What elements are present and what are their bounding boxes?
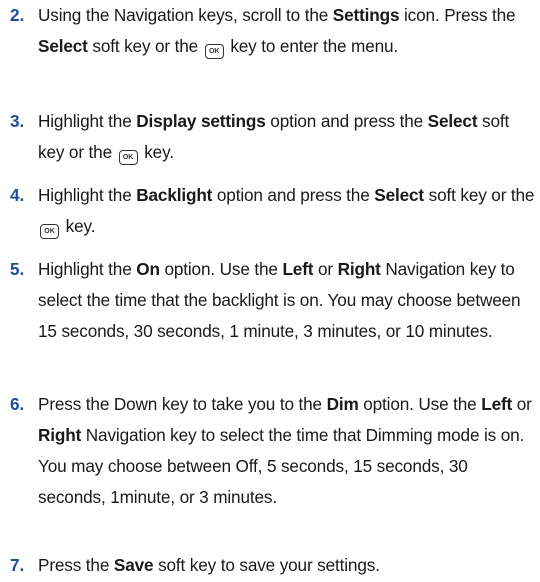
step-item: 7. Press the Save soft key to save your … <box>10 550 535 581</box>
ok-key-icon: OK <box>40 224 59 239</box>
text-run: or <box>313 259 338 279</box>
bold-term: Settings <box>332 5 400 25</box>
step-number: 5. <box>10 259 25 279</box>
bold-term: Select <box>38 36 88 56</box>
bold-term: Right <box>337 259 381 279</box>
text-run: soft key to save your settings. <box>153 555 380 575</box>
text-run: option. Use the <box>159 259 283 279</box>
ok-key-icon: OK <box>118 150 138 165</box>
text-run: key. <box>139 142 174 162</box>
instruction-steps: 2. Using the Navigation keys, scroll to … <box>0 0 540 582</box>
bold-term: Dim <box>326 394 359 414</box>
bold-term: Display settings <box>136 111 266 131</box>
text-run: key. <box>61 216 96 236</box>
text-run: Press the Down key to take you to the <box>38 394 327 414</box>
bold-term: Select <box>427 111 478 131</box>
step-text: Using the Navigation keys, scroll to the… <box>38 0 535 62</box>
text-run: Navigation key to select the time that D… <box>38 425 525 507</box>
text-run: Highlight the <box>38 185 137 205</box>
bold-term: On <box>136 259 160 279</box>
step-text: Highlight the Backlight option and press… <box>38 180 535 242</box>
step-text: Press the Save soft key to save your set… <box>38 550 535 581</box>
text-run: icon. Press the <box>399 5 516 25</box>
step-number: 3. <box>10 111 25 131</box>
step-item: 2. Using the Navigation keys, scroll to … <box>10 0 535 62</box>
step-text: Press the Down key to take you to the Di… <box>38 389 535 513</box>
ok-key-icon: OK <box>204 44 224 59</box>
text-run: Highlight the <box>38 111 137 131</box>
bold-term: Select <box>374 185 425 205</box>
text-run: soft key or the <box>424 185 535 205</box>
bold-term: Save <box>113 555 154 575</box>
step-text: Highlight the Display settings option an… <box>38 106 535 168</box>
bold-term: Backlight <box>136 185 213 205</box>
step-number: 7. <box>10 555 25 575</box>
step-item: 5. Highlight the On option. Use the Left… <box>10 254 535 347</box>
step-item: 3. Highlight the Display settings option… <box>10 106 535 168</box>
text-run: option and press the <box>265 111 428 131</box>
step-item: 6. Press the Down key to take you to the… <box>10 389 535 513</box>
text-run: option. Use the <box>358 394 482 414</box>
step-item: 4. Highlight the Backlight option and pr… <box>10 180 535 242</box>
step-number: 4. <box>10 185 25 205</box>
step-text: Highlight the On option. Use the Left or… <box>38 254 535 347</box>
step-number: 2. <box>10 5 25 25</box>
bold-term: Right <box>38 425 82 445</box>
text-run: Press the <box>38 555 114 575</box>
text-run: Highlight the <box>38 259 137 279</box>
text-run: key to enter the menu. <box>225 36 399 56</box>
step-number: 6. <box>10 394 25 414</box>
bold-term: Left <box>481 394 513 414</box>
text-run: Using the Navigation keys, scroll to the <box>38 5 333 25</box>
text-run: soft key or the <box>87 36 203 56</box>
text-run: option and press the <box>212 185 375 205</box>
text-run: or <box>512 394 532 414</box>
bold-term: Left <box>282 259 314 279</box>
